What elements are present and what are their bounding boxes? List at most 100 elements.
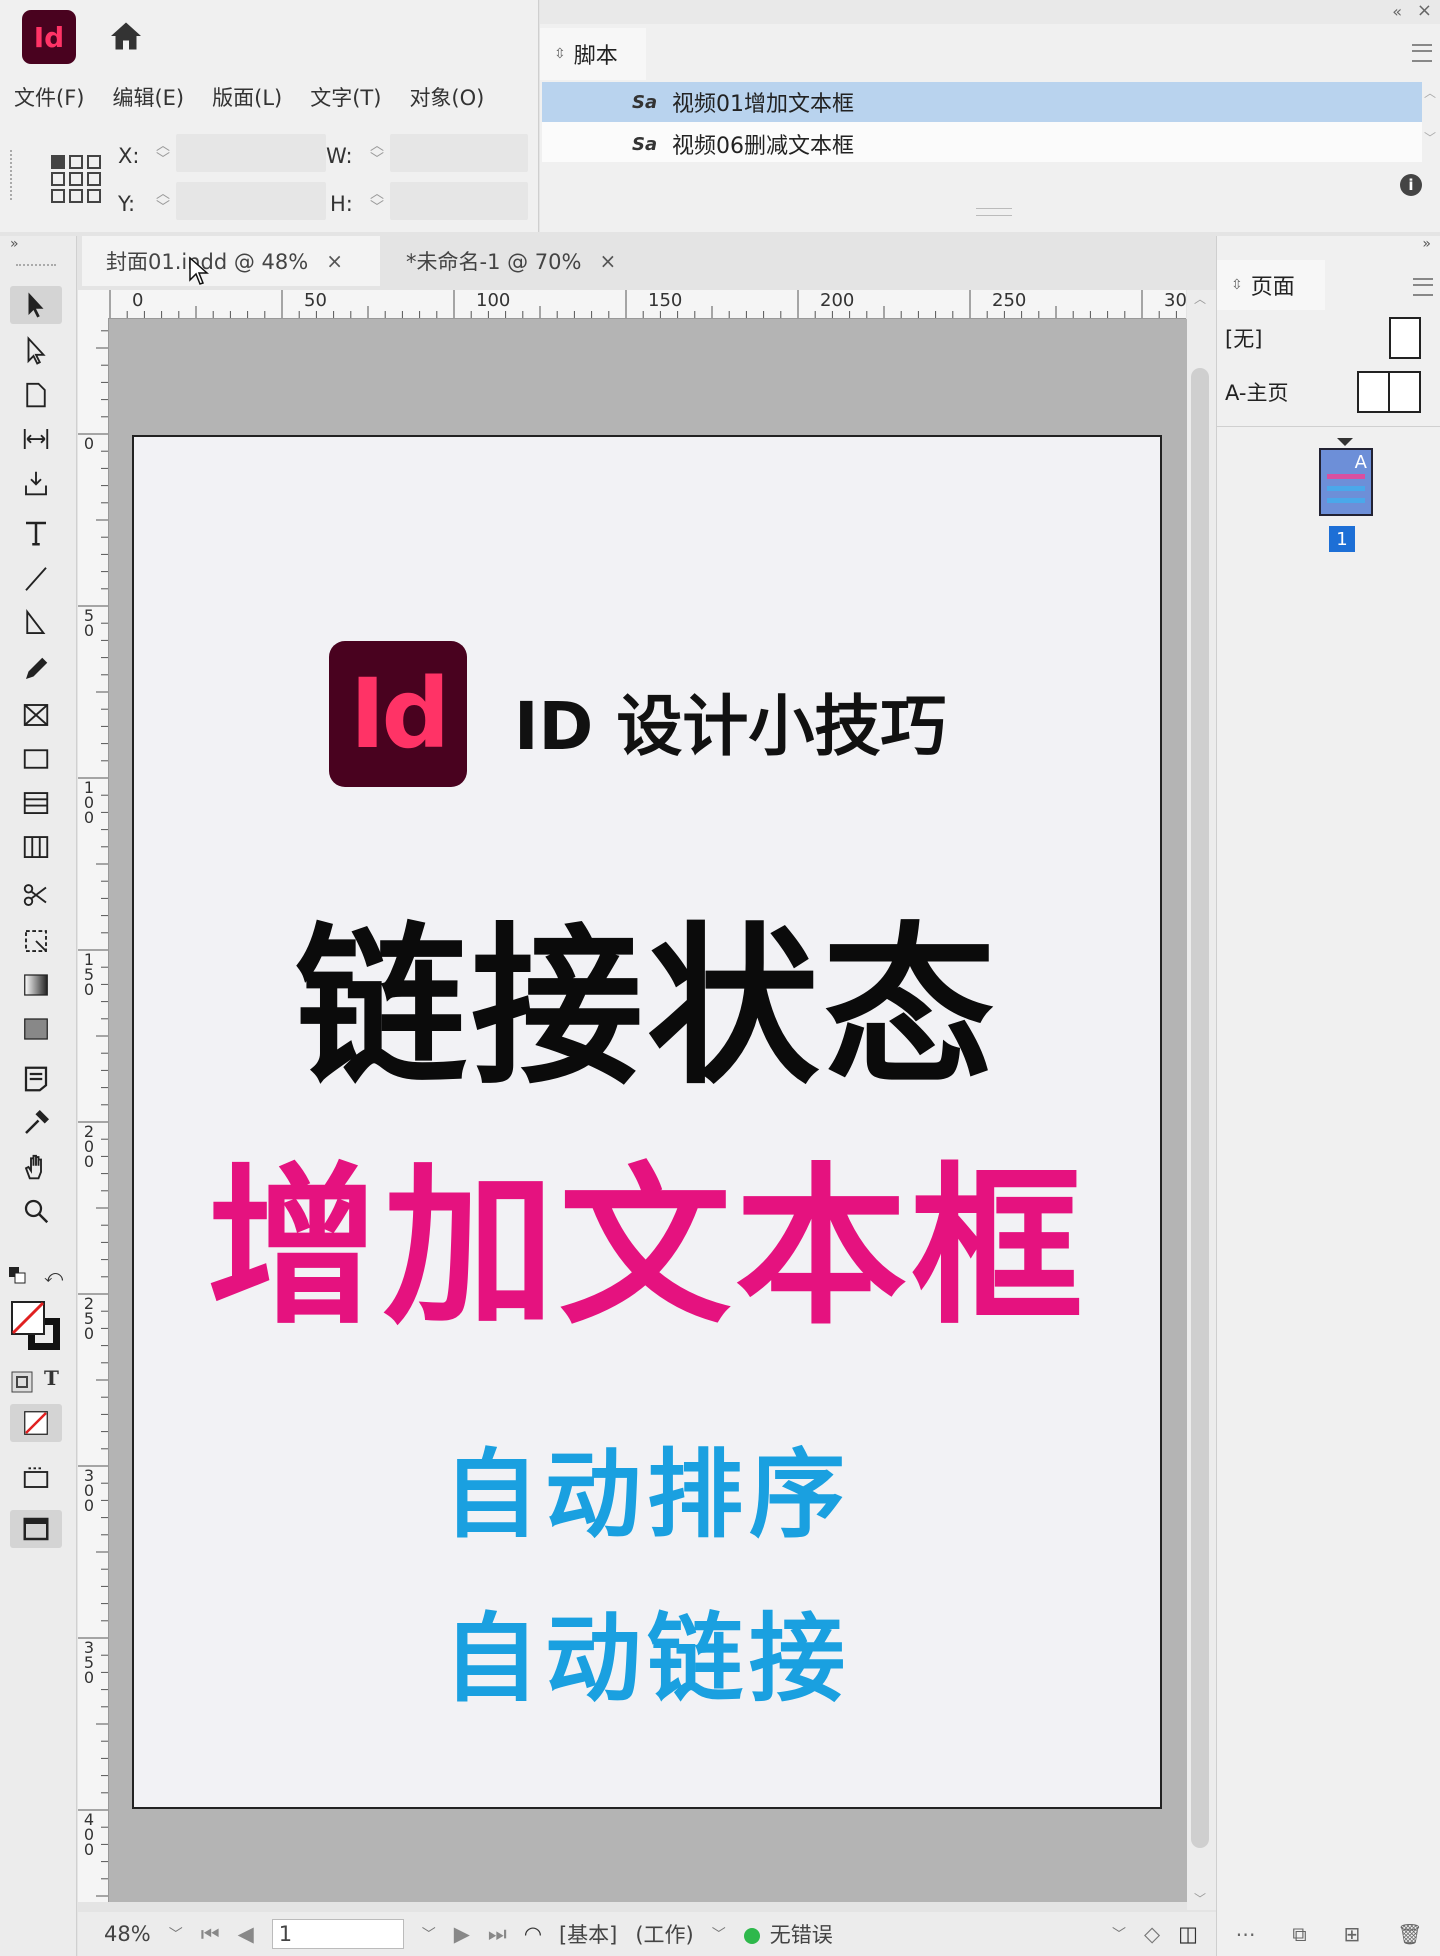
preflight-status[interactable]: 无错误: [743, 1919, 833, 1949]
column-tool-icon[interactable]: [10, 828, 62, 866]
hand-tool-icon[interactable]: [10, 1148, 62, 1186]
selection-tool-icon[interactable]: [10, 286, 62, 324]
h-stepper[interactable]: ︿ ﹀: [366, 182, 388, 220]
open-document-icon[interactable]: ◠: [525, 1922, 541, 1946]
panel-menu-icon[interactable]: [1412, 44, 1432, 62]
preflight-profile-work[interactable]: (工作): [635, 1919, 693, 1949]
gap-tool-icon[interactable]: [10, 420, 62, 458]
profile-dropdown-icon[interactable]: ﹀: [712, 1924, 726, 1944]
tab-pages[interactable]: ⇳ 页面: [1217, 260, 1325, 310]
close-panel-icon[interactable]: ×: [1417, 0, 1432, 21]
view-mode-icon[interactable]: [10, 1510, 62, 1548]
zoom-dropdown-icon[interactable]: ﹀: [169, 1924, 183, 1944]
formatting-text-icon[interactable]: T: [44, 1366, 59, 1390]
w-field[interactable]: [390, 134, 528, 172]
expand-toolbar-icon[interactable]: »: [10, 236, 19, 252]
page-subtitle[interactable]: ID 设计小技巧: [514, 673, 946, 769]
page-feature-1[interactable]: 自动排序: [134, 1417, 1160, 1556]
rectangle-frame-tool-icon[interactable]: [10, 696, 62, 734]
gradient-swatch-tool-icon[interactable]: [10, 966, 62, 1004]
tab-scripts[interactable]: ⇳ 脚本: [540, 28, 646, 80]
script-item-2[interactable]: Sa 视频06删减文本框: [542, 124, 1422, 164]
zoom-tool-icon[interactable]: [10, 1192, 62, 1230]
expand-panel-icon[interactable]: »: [1422, 236, 1431, 252]
page-dropdown-icon[interactable]: ﹀: [422, 1924, 436, 1944]
vertical-scrollbar[interactable]: ︿ ﹀: [1187, 290, 1216, 1910]
next-page-icon[interactable]: ▶: [454, 1922, 470, 1946]
page-title-line-2[interactable]: 增加文本框: [134, 1107, 1160, 1357]
split-window-icon[interactable]: ◫: [1178, 1922, 1198, 1946]
pen-tool-icon[interactable]: [10, 604, 62, 642]
type-tool-icon[interactable]: [10, 514, 62, 552]
menu-layout[interactable]: 版面(L): [198, 82, 296, 112]
panel-menu-icon[interactable]: [1413, 278, 1433, 296]
x-stepper[interactable]: ︿ ﹀: [152, 134, 174, 172]
swap-colors-icon[interactable]: ⤺: [44, 1266, 63, 1287]
menu-type[interactable]: 文字(T): [296, 82, 395, 112]
edit-page-size-icon[interactable]: ⧉: [1292, 1922, 1306, 1946]
line-tool-icon[interactable]: [10, 560, 62, 598]
master-none[interactable]: [无]: [1225, 314, 1435, 362]
page-title-line-1[interactable]: 链接状态: [134, 867, 1160, 1117]
rectangle-tool-icon[interactable]: [10, 740, 62, 778]
vertical-ruler[interactable]: 0 5 0 1 0 0 1 5 0 2 0 0 2 5 0 3 0 0 3 5 …: [78, 318, 109, 1902]
y-stepper[interactable]: ︿ ﹀: [152, 182, 174, 220]
horizontal-ruler[interactable]: 0 50 100 150 200 250 30: [82, 290, 1186, 319]
content-collector-icon[interactable]: [10, 464, 62, 502]
scrollbar-thumb[interactable]: [1191, 368, 1209, 1848]
reference-point-icon[interactable]: [50, 154, 102, 208]
formatting-container-icon[interactable]: [10, 1370, 34, 1394]
w-stepper[interactable]: ︿ ﹀: [366, 134, 388, 172]
preflight-profile-base[interactable]: [基本]: [559, 1919, 617, 1949]
toolbar-grip[interactable]: [16, 264, 56, 266]
menu-object[interactable]: 对象(O): [395, 82, 498, 112]
master-thumbnail[interactable]: [1357, 371, 1421, 413]
fill-stroke-swatch[interactable]: [10, 1300, 66, 1356]
pasteboard[interactable]: Id ID 设计小技巧 链接状态 增加文本框 自动排序 自动链接: [109, 319, 1187, 1902]
close-tab-icon[interactable]: ×: [326, 249, 343, 273]
page-thumbnail[interactable]: A: [1319, 448, 1373, 516]
menu-edit[interactable]: 编辑(E): [98, 82, 198, 112]
pencil-tool-icon[interactable]: [10, 650, 62, 688]
screen-mode-icon[interactable]: [10, 1458, 62, 1496]
preflight-menu-icon[interactable]: ◇: [1144, 1922, 1160, 1946]
page-number-badge[interactable]: 1: [1329, 526, 1355, 552]
note-tool-icon[interactable]: [10, 1060, 62, 1098]
tab-document-1[interactable]: 封面01.indd @ 48% ×: [82, 236, 380, 286]
new-page-icon[interactable]: ⊞: [1344, 1922, 1361, 1946]
y-field[interactable]: [176, 182, 326, 220]
preflight-dropdown-icon[interactable]: ﹀: [1112, 1924, 1126, 1944]
delete-page-icon[interactable]: 🗑: [1397, 1922, 1422, 1946]
script-item-1[interactable]: Sa 视频01增加文本框: [542, 82, 1422, 122]
master-a[interactable]: A-主页: [1225, 368, 1435, 416]
zoom-level[interactable]: 48%: [104, 1922, 151, 1946]
default-colors-icon[interactable]: [8, 1266, 28, 1286]
eyedropper-tool-icon[interactable]: [10, 1104, 62, 1142]
close-tab-icon[interactable]: ×: [599, 249, 616, 273]
page-size-icon[interactable]: ⋯: [1235, 1922, 1255, 1946]
last-page-icon[interactable]: ⏭: [488, 1922, 507, 1947]
home-icon[interactable]: [108, 18, 150, 58]
info-icon[interactable]: i: [1400, 174, 1422, 196]
scroll-down-icon[interactable]: ﹀: [1194, 1890, 1206, 1907]
gradient-feather-tool-icon[interactable]: [10, 1010, 62, 1048]
direct-selection-tool-icon[interactable]: [10, 332, 62, 370]
tab-document-2[interactable]: *未命名-1 @ 70% ×: [382, 236, 642, 286]
scroll-up-icon[interactable]: ︿: [1194, 290, 1206, 307]
resize-grip[interactable]: [976, 208, 1012, 216]
master-thumbnail[interactable]: [1389, 317, 1421, 359]
apply-none-icon[interactable]: [10, 1404, 62, 1442]
x-field[interactable]: [176, 134, 326, 172]
page-number-field[interactable]: 1: [271, 1919, 404, 1949]
scripts-scrollbar[interactable]: ︿ ﹀: [1424, 84, 1438, 160]
collapse-panel-icon[interactable]: «: [1392, 2, 1402, 21]
menu-file[interactable]: 文件(F): [0, 82, 98, 112]
scissors-tool-icon[interactable]: [10, 876, 62, 914]
indesign-logo-badge[interactable]: Id: [329, 641, 467, 787]
document-page[interactable]: Id ID 设计小技巧 链接状态 增加文本框 自动排序 自动链接: [132, 435, 1162, 1809]
previous-page-icon[interactable]: ◀: [238, 1922, 254, 1946]
first-page-icon[interactable]: ⏮: [201, 1922, 220, 1947]
page-tool-icon[interactable]: [10, 376, 62, 414]
h-field[interactable]: [390, 182, 528, 220]
panel-grip[interactable]: [10, 150, 16, 200]
